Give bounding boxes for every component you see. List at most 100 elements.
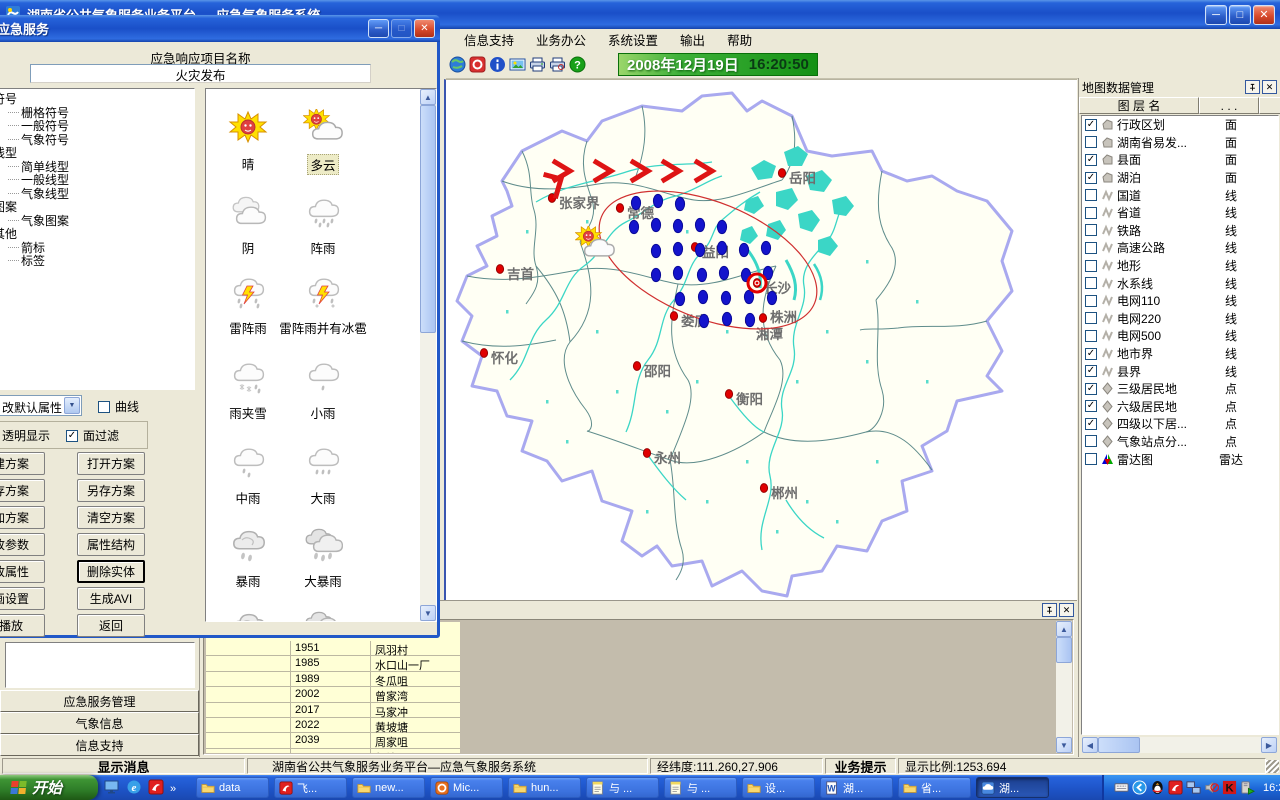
chevron-down-icon[interactable]: ▼ <box>64 397 80 414</box>
layer-checkbox[interactable] <box>1085 295 1097 307</box>
scroll-up-icon[interactable]: ▲ <box>420 89 436 105</box>
city-dot-衡阳[interactable] <box>725 390 732 399</box>
city-dot-常德[interactable] <box>616 204 623 213</box>
city-dot-怀化[interactable] <box>480 349 487 358</box>
maximize-icon[interactable]: □ <box>1229 5 1251 25</box>
taskbar-button-7[interactable]: 设... <box>742 777 815 798</box>
raindrop-icon[interactable] <box>721 291 730 304</box>
layer-checkbox[interactable] <box>1085 189 1097 201</box>
face-filter-checkbox[interactable]: ✓ <box>66 430 78 442</box>
raindrop-icon[interactable] <box>629 220 638 233</box>
app-red-icon[interactable] <box>148 779 164 798</box>
layers-horizontal-scrollbar[interactable]: ◀ ▶ <box>1082 737 1277 753</box>
print-preview-icon[interactable] <box>549 56 566 73</box>
scrollbar-thumb[interactable] <box>1098 737 1140 753</box>
raindrop-icon[interactable] <box>673 242 682 255</box>
taskbar-button-6[interactable]: 与 ... <box>664 777 737 798</box>
table-row[interactable]: 2022黄坡塘 <box>206 718 460 733</box>
taskbar-button-3[interactable]: Mic... <box>430 777 503 798</box>
info-icon[interactable] <box>489 56 506 73</box>
qq-icon[interactable] <box>1150 780 1165 795</box>
start-button[interactable]: 开始 <box>0 775 98 800</box>
layer-row-电网500[interactable]: 电网500线 <box>1082 327 1278 345</box>
weather-symbol-雷阵雨并有冰雹[interactable]: 雷阵雨并有冰雹 <box>273 273 373 337</box>
layer-checkbox[interactable]: ✓ <box>1085 119 1097 131</box>
layer-row-四级以下居...[interactable]: ✓四级以下居...点 <box>1082 415 1278 433</box>
city-dot-吉首[interactable] <box>496 265 503 274</box>
dialog-button-播放[interactable]: 播放 <box>0 614 45 637</box>
layer-row-六级居民地[interactable]: ✓六级居民地点 <box>1082 398 1278 416</box>
ie-icon[interactable]: e <box>126 779 142 798</box>
globe-icon[interactable] <box>449 56 466 73</box>
taskbar-button-2[interactable]: new... <box>352 777 425 798</box>
map-canvas[interactable]: 岳阳张家界常德益阳长沙吉首娄底株洲湘潭怀化邵阳衡阳永州郴州 <box>444 79 1077 600</box>
help-icon[interactable]: ? <box>569 56 586 73</box>
city-dot-郴州[interactable] <box>760 484 767 493</box>
tree-node-0-2[interactable]: 气象符号 <box>0 133 194 147</box>
close-icon[interactable]: ✕ <box>1059 603 1074 617</box>
taskbar-button-8[interactable]: W湖... <box>820 777 893 798</box>
raindrop-icon[interactable] <box>673 219 682 232</box>
network-icon[interactable] <box>1186 780 1201 795</box>
layer-checkbox[interactable] <box>1085 330 1097 342</box>
taskbar-button-10[interactable]: 湖... <box>976 777 1049 798</box>
layer-row-铁路[interactable]: 铁路线 <box>1082 222 1278 240</box>
layer-row-雷达图[interactable]: 雷达图雷达 <box>1082 450 1278 468</box>
cloudy-symbol-on-map[interactable] <box>575 226 619 266</box>
kaspersky-icon[interactable]: K <box>1222 780 1237 795</box>
layer-row-地形[interactable]: 地形线 <box>1082 257 1278 275</box>
menu-item-1[interactable]: 业务办公 <box>525 28 597 51</box>
tree-node-1-2[interactable]: 气象线型 <box>0 187 194 201</box>
city-dot-邵阳[interactable] <box>633 362 640 371</box>
minimize-icon[interactable]: ─ <box>368 19 389 38</box>
dialog-button-生成AVI[interactable]: 生成AVI <box>77 587 145 610</box>
tree-node-3-1[interactable]: 标签 <box>0 254 194 268</box>
maximize-icon[interactable]: □ <box>391 19 412 38</box>
layer-checkbox[interactable]: ✓ <box>1085 172 1097 184</box>
dialog-button-建方案[interactable]: 建方案 <box>0 452 45 475</box>
raindrop-icon[interactable] <box>739 243 748 256</box>
layer-checkbox[interactable] <box>1085 453 1097 465</box>
raindrop-icon[interactable] <box>651 268 660 281</box>
image-icon[interactable] <box>509 56 526 73</box>
layer-row-高速公路[interactable]: 高速公路线 <box>1082 239 1278 257</box>
default-attr-dropdown[interactable]: 改默认属性 ▼ <box>0 395 82 416</box>
layer-row-电网220[interactable]: 电网220线 <box>1082 310 1278 328</box>
layer-checkbox[interactable] <box>1085 312 1097 324</box>
pin-icon[interactable] <box>1042 603 1057 617</box>
raindrop-icon[interactable] <box>695 243 704 256</box>
raindrop-icon[interactable] <box>651 218 660 231</box>
menu-item-3[interactable]: 输出 <box>669 28 716 51</box>
table-row[interactable]: 1951凤羽村 <box>206 641 460 656</box>
layer-checkbox[interactable] <box>1085 224 1097 236</box>
layer-checkbox[interactable] <box>1085 207 1097 219</box>
layer-row-行政区划[interactable]: ✓行政区划面 <box>1082 116 1278 134</box>
raindrop-icon[interactable] <box>653 194 662 207</box>
dialog-button-打开方案[interactable]: 打开方案 <box>77 452 145 475</box>
layer-row-国道[interactable]: 国道线 <box>1082 186 1278 204</box>
project-name-input[interactable]: 火灾发布 <box>30 64 371 83</box>
layer-checkbox[interactable]: ✓ <box>1085 383 1097 395</box>
pin-icon[interactable] <box>1245 80 1260 94</box>
layer-checkbox[interactable]: ✓ <box>1085 418 1097 430</box>
weather-symbol-partial-1[interactable] <box>273 609 373 622</box>
scroll-right-icon[interactable]: ▶ <box>1261 737 1277 753</box>
taskbar-button-4[interactable]: hun... <box>508 777 581 798</box>
scroll-down-icon[interactable]: ▼ <box>1056 737 1072 753</box>
dialog-button-存方案[interactable]: 存方案 <box>0 479 45 502</box>
sidebar-item-weather-info[interactable]: 气象信息 <box>0 712 199 734</box>
weather-symbol-大雨[interactable]: 大雨 <box>273 443 373 507</box>
dialog-button-改参数[interactable]: 改参数 <box>0 533 45 556</box>
weather-symbol-大暴雨[interactable]: 大暴雨 <box>273 526 373 590</box>
column-header-type[interactable]: . . . <box>1199 97 1259 114</box>
server-icon[interactable] <box>1240 780 1255 795</box>
taskbar-button-5[interactable]: 与 ... <box>586 777 659 798</box>
curve-checkbox[interactable] <box>98 401 110 413</box>
dialog-button-删除实体[interactable]: 删除实体 <box>77 560 145 583</box>
mute-icon[interactable] <box>1204 780 1219 795</box>
layer-checkbox[interactable]: ✓ <box>1085 348 1097 360</box>
layer-checkbox[interactable] <box>1085 435 1097 447</box>
raindrop-icon[interactable] <box>761 241 770 254</box>
menu-item-0[interactable]: 信息支持 <box>453 28 525 51</box>
resize-grip[interactable] <box>1266 760 1279 773</box>
